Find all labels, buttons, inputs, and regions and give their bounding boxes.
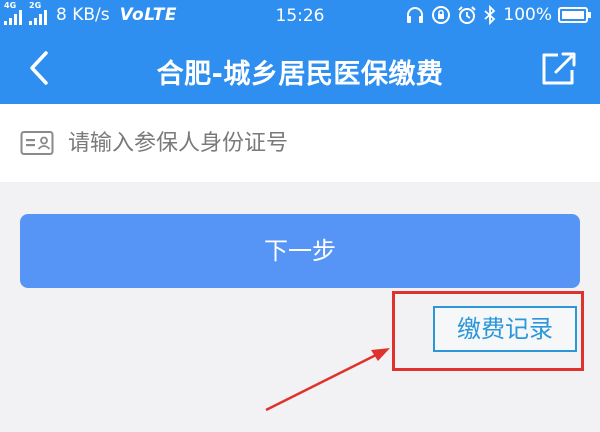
navigation-bar: 合肥-城乡居民医保缴费	[0, 32, 600, 104]
volte-indicator: VoLTE	[119, 5, 177, 25]
status-right: 100%	[405, 4, 592, 26]
signal-strength-sim1: 4G	[4, 1, 22, 25]
page-title: 合肥-城乡居民医保缴费	[156, 59, 444, 90]
network-type-label: 2G	[29, 1, 42, 10]
signal-bars-icon	[4, 9, 22, 25]
headset-icon	[407, 7, 424, 23]
id-number-input[interactable]	[68, 130, 568, 156]
alarm-icon	[458, 6, 477, 24]
signal-bars-icon	[29, 9, 47, 25]
id-number-field-row	[0, 104, 600, 182]
id-card-icon	[20, 131, 54, 155]
bluetooth-icon	[484, 5, 496, 25]
annotation-highlight-box	[392, 291, 584, 371]
share-button[interactable]	[536, 48, 580, 88]
battery-percentage: 100%	[503, 5, 552, 25]
share-icon	[542, 52, 576, 85]
network-speed: 8 KB/s	[56, 5, 110, 25]
status-left: 4G 2G 8 KB/s VoLTE	[4, 1, 177, 26]
status-bar: 4G 2G 8 KB/s VoLTE 15:26 100%	[0, 0, 600, 32]
rotation-lock-icon	[432, 6, 451, 24]
next-step-button[interactable]: 下一步	[20, 214, 580, 288]
battery-icon	[558, 7, 591, 23]
signal-strength-sim2: 2G	[29, 1, 47, 25]
network-type-label: 4G	[4, 1, 17, 10]
